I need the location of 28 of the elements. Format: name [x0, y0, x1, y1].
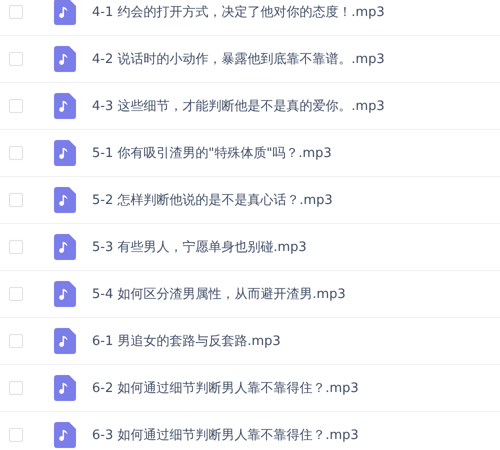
checkbox[interactable]	[9, 334, 23, 348]
file-name[interactable]: 4-1 约会的打开方式，决定了他对你的态度！.mp3	[92, 3, 385, 21]
checkbox[interactable]	[9, 381, 23, 395]
file-name[interactable]: 4-3 这些细节，才能判断他是不是真的爱你。.mp3	[92, 97, 385, 115]
checkbox[interactable]	[9, 146, 23, 160]
music-file-icon	[54, 46, 76, 72]
file-name[interactable]: 5-4 如何区分渣男属性，从而避开渣男.mp3	[92, 285, 346, 303]
music-file-icon	[54, 187, 76, 213]
file-name[interactable]: 6-1 男追女的套路与反套路.mp3	[92, 332, 281, 350]
music-file-icon	[54, 375, 76, 401]
music-file-icon	[54, 93, 76, 119]
checkbox[interactable]	[9, 52, 23, 66]
checkbox[interactable]	[9, 5, 23, 19]
checkbox[interactable]	[9, 287, 23, 301]
music-file-icon	[54, 234, 76, 260]
checkbox[interactable]	[9, 99, 23, 113]
checkbox[interactable]	[9, 193, 23, 207]
checkbox[interactable]	[9, 240, 23, 254]
music-file-icon	[54, 140, 76, 166]
music-file-icon	[54, 328, 76, 354]
file-name[interactable]: 6-3 如何通过细节判断男人靠不靠得住？.mp3	[92, 426, 359, 444]
music-file-icon	[54, 281, 76, 307]
file-name[interactable]: 5-2 怎样判断他说的是不是真心话？.mp3	[92, 191, 333, 209]
file-name[interactable]: 5-1 你有吸引渣男的"特殊体质"吗？.mp3	[92, 144, 332, 162]
file-name[interactable]: 6-2 如何通过细节判断男人靠不靠得住？.mp3	[92, 379, 359, 397]
file-name[interactable]: 5-3 有些男人，宁愿单身也别碰.mp3	[92, 238, 307, 256]
checkbox[interactable]	[9, 428, 23, 442]
file-name[interactable]: 4-2 说话时的小动作，暴露他到底靠不靠谱。.mp3	[92, 50, 385, 68]
